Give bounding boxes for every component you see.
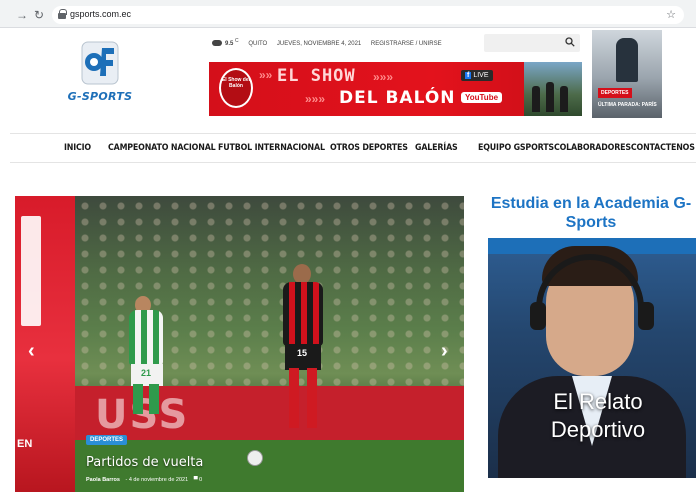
image-caption: El Relato Deportivo bbox=[550, 389, 646, 442]
search-box[interactable] bbox=[484, 34, 580, 52]
previous-slide-text: EN bbox=[17, 438, 33, 450]
person-figure bbox=[560, 86, 568, 112]
slide-image[interactable]: USS 21 15 bbox=[75, 196, 464, 492]
nav-item-inicio[interactable]: INICIO bbox=[64, 143, 91, 153]
shirt-number: 15 bbox=[297, 348, 308, 358]
banner-badge: El Show del Balón bbox=[219, 68, 253, 108]
arrows-decoration: »» bbox=[259, 68, 273, 82]
slider-prev-arrow-icon[interactable]: ‹ bbox=[28, 340, 35, 363]
gsports-logo-icon bbox=[81, 41, 119, 85]
register-link[interactable]: REGISTRARSE / UNIRSE bbox=[371, 41, 442, 47]
current-date: JUEVES, NOVIEMBRE 4, 2021 bbox=[276, 41, 362, 47]
site-logo[interactable]: G-SPORTS bbox=[64, 38, 136, 108]
temperature: 9.5 bbox=[225, 41, 234, 47]
facebook-live-badge: f LIVE bbox=[461, 70, 493, 81]
side-ad-tag: DEPORTES bbox=[598, 88, 632, 98]
back-arrow-icon[interactable]: → bbox=[16, 8, 28, 22]
banner-line-1: EL SHOW bbox=[277, 66, 356, 86]
tennis-player-image bbox=[616, 38, 638, 82]
city: QUITO bbox=[248, 41, 268, 47]
slider-next-arrow-icon[interactable]: › bbox=[441, 340, 448, 363]
person-figure bbox=[532, 86, 540, 112]
show-del-balon-banner[interactable]: El Show del Balón »» EL SHOW »»» »»» DEL… bbox=[209, 62, 582, 116]
slide-graphic bbox=[21, 216, 41, 326]
nav-item-galerias[interactable]: GALERÍAS bbox=[415, 143, 458, 153]
lock-icon bbox=[58, 9, 67, 19]
player-leg bbox=[307, 368, 317, 428]
bookmark-star-icon[interactable]: ☆ bbox=[666, 8, 676, 21]
player-shirt bbox=[283, 282, 323, 346]
weather: 9.5 C bbox=[212, 38, 239, 47]
player-shorts: 21 bbox=[131, 364, 163, 386]
post-date: 4 de noviembre de 2021 bbox=[128, 477, 189, 483]
banner-line-2: DEL BALÓN bbox=[339, 88, 456, 108]
player-shirt bbox=[129, 310, 163, 366]
player-green-white: 21 bbox=[121, 296, 167, 414]
shirt-number: 21 bbox=[141, 368, 152, 378]
nav-item-otros-deportes[interactable]: OTROS DEPORTES bbox=[330, 143, 408, 153]
arrows-decoration: »»» bbox=[373, 70, 394, 84]
player-leg bbox=[289, 368, 299, 428]
player-red-black: 15 bbox=[277, 264, 327, 450]
main-nav: INICIO CAMPEONATO NACIONAL FUTBOL INTERN… bbox=[10, 133, 696, 163]
slide-meta: Paola Barros - 4 de noviembre de 2021 ▀ … bbox=[86, 477, 202, 483]
arrows-decoration: »»» bbox=[305, 92, 326, 106]
person-figure bbox=[546, 82, 554, 112]
facebook-icon: f bbox=[465, 72, 472, 79]
player-head bbox=[293, 264, 311, 284]
search-icon[interactable] bbox=[565, 37, 575, 47]
player-leg bbox=[149, 384, 159, 414]
sep: - bbox=[125, 477, 128, 483]
player-leg bbox=[133, 384, 143, 414]
widget-title[interactable]: Estudia en la Academia G-Sports bbox=[476, 194, 696, 232]
comment-count[interactable]: 0 bbox=[199, 477, 202, 483]
live-label: LIVE bbox=[473, 72, 489, 79]
side-ad-caption: ÚLTIMA PARADA: PARÍS bbox=[598, 102, 657, 108]
category-badge[interactable]: DEPORTES bbox=[86, 435, 128, 445]
previous-slide-preview: EN bbox=[15, 196, 75, 492]
address-bar-url: gsports.com.ec bbox=[70, 9, 132, 19]
slide-title[interactable]: Partidos de vuelta bbox=[86, 455, 203, 470]
top-info-bar: 9.5 C QUITO JUEVES, NOVIEMBRE 4, 2021 RE… bbox=[212, 38, 450, 50]
temperature-unit: C bbox=[235, 38, 239, 44]
headset-ear bbox=[638, 302, 654, 330]
featured-slider[interactable]: EN USS 21 15 ‹ › bbox=[15, 196, 464, 492]
address-bar[interactable]: gsports.com.ec ☆ bbox=[52, 6, 684, 24]
academy-promo-image[interactable]: El Relato Deportivo bbox=[488, 238, 696, 478]
logo-text: G-SPORTS bbox=[67, 90, 133, 103]
comment-icon: ▀ bbox=[193, 477, 198, 483]
side-ad-tennis[interactable]: DEPORTES ÚLTIMA PARADA: PARÍS bbox=[592, 30, 662, 118]
cloud-icon bbox=[212, 40, 222, 47]
author-name[interactable]: Paola Barros bbox=[86, 477, 120, 483]
browser-toolbar: → ↻ gsports.com.ec ☆ bbox=[0, 0, 696, 28]
nav-item-campeonato-nacional[interactable]: CAMPEONATO NACIONAL bbox=[108, 143, 216, 153]
banner-photo bbox=[524, 62, 582, 116]
player-shorts: 15 bbox=[285, 344, 321, 370]
nav-item-futbol-internacional[interactable]: FUTBOL INTERNACIONAL bbox=[218, 143, 325, 153]
soccer-ball bbox=[247, 450, 263, 466]
headset-ear bbox=[530, 302, 546, 330]
nav-item-equipo[interactable]: EQUIPO GSPORTSCOLABORADORESCONTACTENOS bbox=[478, 143, 695, 153]
youtube-logo: YouTube bbox=[461, 92, 503, 103]
reload-icon[interactable]: ↻ bbox=[34, 8, 44, 22]
